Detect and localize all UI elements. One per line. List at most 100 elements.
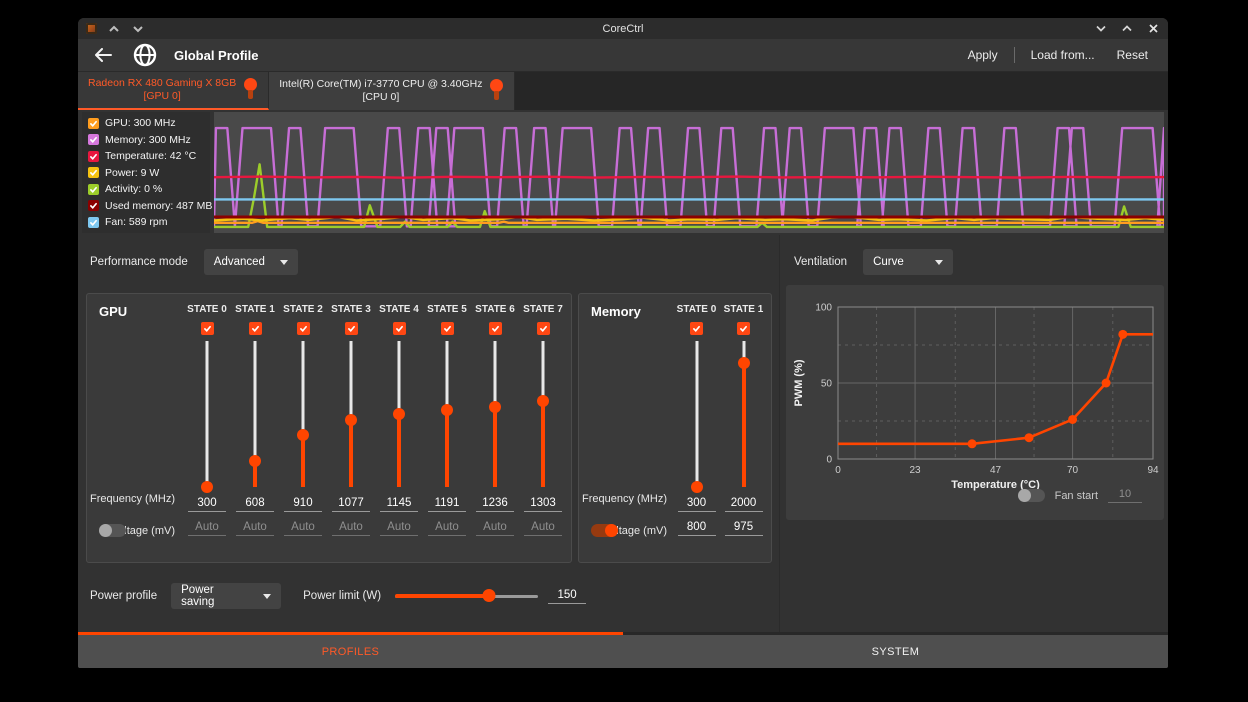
- device-tab-gpu[interactable]: Radeon RX 480 Gaming X 8GB[GPU 0]: [78, 72, 269, 110]
- state-checkbox[interactable]: [441, 322, 454, 335]
- slider-handle[interactable]: [393, 408, 405, 420]
- voltage-value[interactable]: Auto: [236, 521, 274, 536]
- slider-handle[interactable]: [483, 589, 496, 602]
- frequency-value[interactable]: 1236: [476, 497, 514, 512]
- frequency-value[interactable]: 608: [236, 497, 274, 512]
- state-label: STATE 6: [475, 304, 515, 318]
- tab-system[interactable]: SYSTEM: [623, 635, 1168, 668]
- minimize-icon[interactable]: [1094, 22, 1108, 36]
- voltage-value[interactable]: Auto: [284, 521, 322, 536]
- frequency-slider[interactable]: [737, 341, 751, 487]
- state-checkbox[interactable]: [297, 322, 310, 335]
- legend-item[interactable]: GPU: 300 MHz: [88, 117, 204, 129]
- power-limit-value[interactable]: 150: [548, 589, 586, 604]
- legend-checkbox[interactable]: [88, 151, 99, 162]
- frequency-value[interactable]: 300: [678, 497, 716, 512]
- legend-item[interactable]: Memory: 300 MHz: [88, 134, 204, 146]
- load-from-button[interactable]: Load from...: [1025, 44, 1101, 66]
- legend-label: GPU: 300 MHz: [105, 117, 176, 129]
- slider-handle[interactable]: [489, 401, 501, 413]
- voltage-value[interactable]: Auto: [380, 521, 418, 536]
- legend-item[interactable]: Fan: 589 rpm: [88, 216, 204, 228]
- memory-voltage-toggle[interactable]: [591, 524, 618, 537]
- frequency-slider[interactable]: [440, 341, 454, 487]
- memory-panel-title: Memory: [591, 304, 641, 319]
- legend-label: Fan: 589 rpm: [105, 216, 167, 228]
- frequency-slider[interactable]: [488, 341, 502, 487]
- power-profile-dropdown[interactable]: Power saving: [171, 583, 281, 609]
- legend-label: Memory: 300 MHz: [105, 134, 191, 146]
- frequency-slider[interactable]: [200, 341, 214, 487]
- fan-curve-svg[interactable]: 023477094050100Temperature (°C)PWM (%): [790, 289, 1162, 494]
- state-label: STATE 5: [427, 304, 467, 318]
- frequency-value[interactable]: 1191: [428, 497, 466, 512]
- frequency-slider[interactable]: [690, 341, 704, 487]
- state-checkbox[interactable]: [537, 322, 550, 335]
- legend-checkbox[interactable]: [88, 118, 99, 129]
- maximize-icon[interactable]: [1120, 22, 1134, 36]
- pin-icon[interactable]: [244, 78, 258, 102]
- close-icon[interactable]: [1146, 22, 1160, 36]
- state-checkbox[interactable]: [393, 322, 406, 335]
- state-checkbox[interactable]: [690, 322, 703, 335]
- gpu-voltage-toggle[interactable]: [99, 524, 126, 537]
- legend-item[interactable]: Activity: 0 %: [88, 183, 204, 195]
- reset-button[interactable]: Reset: [1111, 44, 1154, 66]
- frequency-value[interactable]: 1145: [380, 497, 418, 512]
- fan-curve-chart[interactable]: 023477094050100Temperature (°C)PWM (%): [790, 289, 1162, 499]
- tab-profiles[interactable]: PROFILES: [78, 635, 623, 668]
- slider-handle[interactable]: [537, 395, 549, 407]
- back-button[interactable]: [92, 48, 114, 62]
- slider-handle[interactable]: [249, 455, 261, 467]
- power-limit-slider[interactable]: [395, 589, 538, 603]
- state-label: STATE 2: [283, 304, 323, 318]
- legend-checkbox[interactable]: [88, 134, 99, 145]
- frequency-value[interactable]: 910: [284, 497, 322, 512]
- state-checkbox[interactable]: [737, 322, 750, 335]
- device-tab-cpu[interactable]: Intel(R) Core(TM) i7-3770 CPU @ 3.40GHz[…: [269, 72, 515, 110]
- state-checkbox[interactable]: [345, 322, 358, 335]
- legend-item[interactable]: Used memory: 487 MB: [88, 200, 204, 212]
- legend-checkbox[interactable]: [88, 200, 99, 211]
- frequency-slider[interactable]: [296, 341, 310, 487]
- pin-icon[interactable]: [490, 79, 504, 103]
- legend-checkbox[interactable]: [88, 167, 99, 178]
- fan-start-value[interactable]: 10: [1108, 488, 1142, 503]
- legend-checkbox[interactable]: [88, 217, 99, 228]
- state-column: STATE 0300800: [673, 304, 720, 536]
- slider-handle[interactable]: [441, 404, 453, 416]
- legend-item[interactable]: Power: 9 W: [88, 167, 204, 179]
- voltage-value[interactable]: Auto: [524, 521, 562, 536]
- performance-mode-dropdown[interactable]: Advanced: [204, 249, 298, 275]
- slider-handle[interactable]: [201, 481, 213, 493]
- slider-handle[interactable]: [345, 414, 357, 426]
- legend-checkbox[interactable]: [88, 184, 99, 195]
- voltage-value[interactable]: Auto: [188, 521, 226, 536]
- frequency-value[interactable]: 1303: [524, 497, 562, 512]
- frequency-value[interactable]: 300: [188, 497, 226, 512]
- frequency-slider[interactable]: [392, 341, 406, 487]
- voltage-value[interactable]: 975: [725, 521, 763, 536]
- svg-text:23: 23: [910, 465, 922, 476]
- voltage-value[interactable]: Auto: [476, 521, 514, 536]
- slider-handle[interactable]: [738, 357, 750, 369]
- voltage-value[interactable]: Auto: [428, 521, 466, 536]
- voltage-value[interactable]: 800: [678, 521, 716, 536]
- ventilation-mode-dropdown[interactable]: Curve: [863, 249, 953, 275]
- frequency-value[interactable]: 2000: [725, 497, 763, 512]
- profile-content: Performance mode Advanced GPU STATE 0300…: [78, 235, 1168, 632]
- state-checkbox[interactable]: [249, 322, 262, 335]
- voltage-value[interactable]: Auto: [332, 521, 370, 536]
- frequency-slider[interactable]: [248, 341, 262, 487]
- sensor-monitor-section: GPU: 300 MHz Memory: 300 MHz Temperature: …: [78, 110, 1168, 235]
- state-checkbox[interactable]: [201, 322, 214, 335]
- frequency-value[interactable]: 1077: [332, 497, 370, 512]
- apply-button[interactable]: Apply: [962, 44, 1004, 66]
- frequency-slider[interactable]: [344, 341, 358, 487]
- state-checkbox[interactable]: [489, 322, 502, 335]
- slider-handle[interactable]: [297, 429, 309, 441]
- legend-item[interactable]: Temperature: 42 °C: [88, 150, 204, 162]
- frequency-slider[interactable]: [536, 341, 550, 487]
- slider-handle[interactable]: [691, 481, 703, 493]
- fan-start-toggle[interactable]: [1018, 489, 1045, 502]
